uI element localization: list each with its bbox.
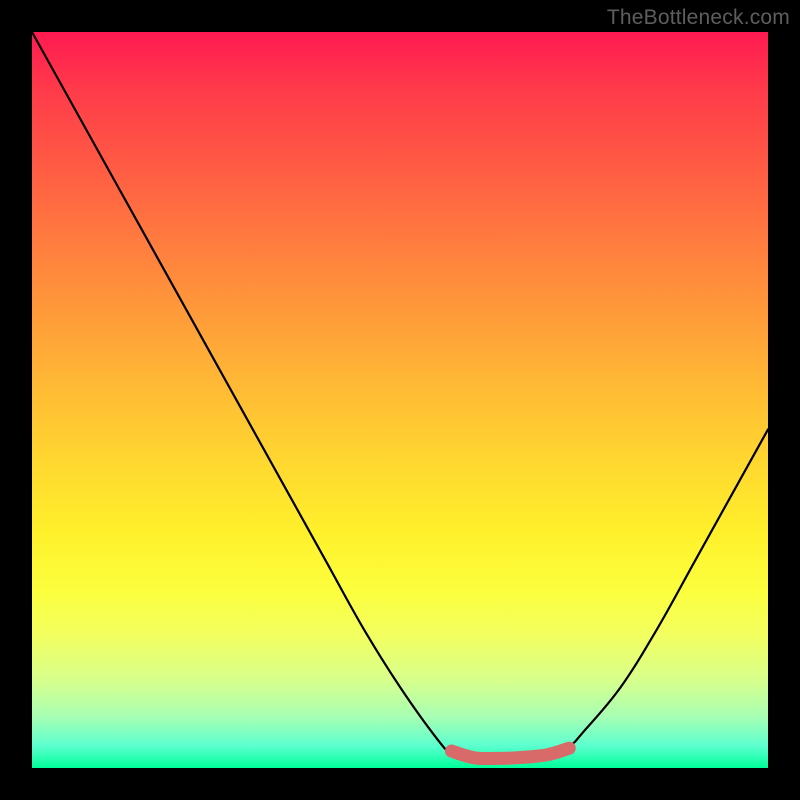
chart-plot-area <box>32 32 768 768</box>
chart-frame: TheBottleneck.com <box>0 0 800 800</box>
bottleneck-curve <box>32 32 768 761</box>
chart-svg <box>32 32 768 768</box>
optimal-marker-icon <box>445 745 458 758</box>
bottleneck-highlight-zone <box>452 748 570 758</box>
attribution-label: TheBottleneck.com <box>607 6 790 30</box>
